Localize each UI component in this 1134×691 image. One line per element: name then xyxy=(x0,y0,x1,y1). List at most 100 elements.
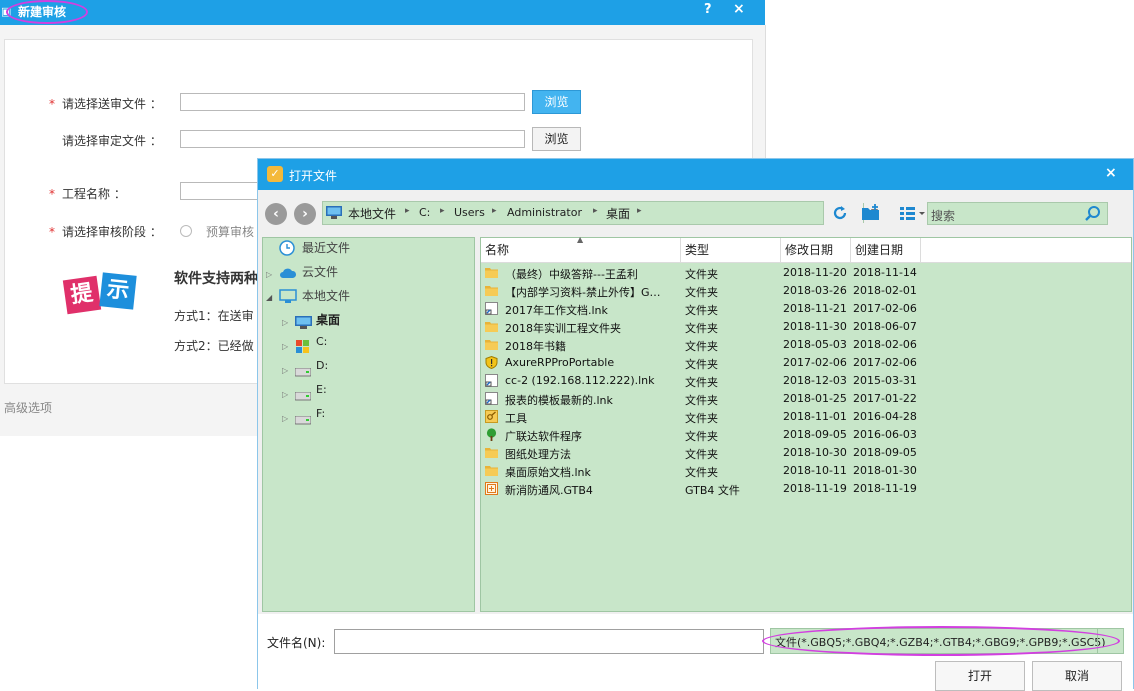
tree-item-drive-d[interactable]: D: xyxy=(316,359,328,372)
file-created: 2017-01-22 xyxy=(853,392,917,405)
dialog-app-icon: ✓ xyxy=(267,166,283,182)
breadcrumb-administrator[interactable]: Administrator xyxy=(507,206,582,219)
tree-item-drive-c[interactable]: C: xyxy=(316,335,327,348)
help-button[interactable]: ? xyxy=(704,2,712,17)
open-file-dialog: ✓ 打开文件 × ‹ › 本地文件 ▸ C: ▸ Users ▸ Adminis… xyxy=(257,158,1134,691)
file-type: 文件夹 xyxy=(685,430,718,443)
file-row[interactable]: 广联达软件程序 文件夹 2018-09-05 2016-06-03 xyxy=(481,426,1131,444)
file-created: 2017-02-06 xyxy=(853,302,917,315)
approve-file-input[interactable] xyxy=(180,130,525,148)
cloud-icon xyxy=(280,268,297,278)
refresh-icon[interactable] xyxy=(831,204,849,222)
column-modified[interactable]: 修改日期 xyxy=(781,238,851,262)
column-type[interactable]: 类型 xyxy=(681,238,781,262)
stage-radio[interactable] xyxy=(180,225,192,237)
breadcrumb-desktop[interactable]: 桌面 xyxy=(606,205,630,222)
file-row[interactable]: 2018年实训工程文件夹 文件夹 2018-11-30 2018-06-07 xyxy=(481,318,1131,336)
tree-item-cloud[interactable]: 云文件 xyxy=(302,263,338,280)
search-icon[interactable] xyxy=(1083,204,1103,224)
dialog-titlebar: ✓ 打开文件 × xyxy=(258,159,1133,190)
file-name: 广联达软件程序 xyxy=(505,430,582,443)
expand-icon[interactable]: ▷ xyxy=(282,414,288,423)
search-input[interactable]: 搜索 xyxy=(927,202,1108,225)
back-arrow-icon[interactable]: ‹ xyxy=(265,203,287,225)
tree-item-drive-f[interactable]: F: xyxy=(316,407,325,420)
project-name-input[interactable] xyxy=(180,182,258,200)
file-created: 2017-02-06 xyxy=(853,356,917,369)
folder-tree: 最近文件 ▷ 云文件 ◢ 本地文件 ▷ 桌面 ▷ C: ▷ D: ▷ E: ▷ … xyxy=(262,237,475,612)
new-folder-icon[interactable] xyxy=(861,203,881,221)
dialog-close-button[interactable]: × xyxy=(1105,165,1117,181)
breadcrumb-separator-icon: ▸ xyxy=(440,206,445,216)
file-row[interactable]: 2018年书籍 文件夹 2018-05-03 2018-02-06 xyxy=(481,336,1131,354)
bg-close-button[interactable]: × xyxy=(733,1,745,17)
collapse-icon[interactable]: ◢ xyxy=(266,293,272,302)
address-bar[interactable]: 本地文件 ▸ C: ▸ Users ▸ Administrator ▸ 桌面 ▸… xyxy=(322,201,878,225)
file-row[interactable]: 【内部学习资料-禁止外传】G… 文件夹 2018-03-26 2018-02-01 xyxy=(481,282,1131,300)
file-row[interactable]: 工具 文件夹 2018-11-01 2016-04-28 xyxy=(481,408,1131,426)
clock-icon xyxy=(279,240,295,256)
column-created[interactable]: 创建日期 xyxy=(851,238,921,262)
breadcrumb-separator-icon: ▸ xyxy=(492,206,497,216)
expand-icon[interactable]: ▷ xyxy=(282,390,288,399)
expand-icon[interactable]: ▷ xyxy=(282,318,288,327)
send-file-browse-button[interactable]: 浏览 xyxy=(532,90,581,114)
file-created: 2018-01-30 xyxy=(853,464,917,477)
required-mark: * xyxy=(49,187,55,201)
filter-highlight-annotation xyxy=(762,626,1120,656)
breadcrumb-separator-icon: ▸ xyxy=(593,206,598,216)
file-created: 2018-06-07 xyxy=(853,320,917,333)
stage-option-label: 预算审核 xyxy=(206,225,255,239)
file-row[interactable]: 报表的模板最新的.lnk 文件夹 2018-01-25 2017-01-22 xyxy=(481,390,1131,408)
file-modified: 2018-11-19 xyxy=(783,482,847,495)
file-type: 文件夹 xyxy=(685,412,718,425)
file-modified: 2018-11-01 xyxy=(783,410,847,423)
file-name: AxureRPProPortable xyxy=(505,356,615,369)
file-modified: 2018-03-26 xyxy=(783,284,847,297)
file-modified: 2018-09-05 xyxy=(783,428,847,441)
file-row[interactable]: （最终）中级答辩---王孟利 文件夹 2018-11-20 2018-11-14 xyxy=(481,264,1131,282)
cancel-button[interactable]: 取消 xyxy=(1032,661,1122,691)
filename-input[interactable] xyxy=(334,629,764,654)
file-row[interactable]: 图纸处理方法 文件夹 2018-10-30 2018-09-05 xyxy=(481,444,1131,462)
approve-file-label: 请选择审定文件 ： xyxy=(62,134,162,148)
file-row[interactable]: 桌面原始文档.lnk 文件夹 2018-10-11 2018-01-30 xyxy=(481,462,1131,480)
tip-title: 软件支持两种 xyxy=(174,271,258,287)
tree-item-drive-e[interactable]: E: xyxy=(316,383,327,396)
file-type: 文件夹 xyxy=(685,448,718,461)
view-options-icon[interactable] xyxy=(900,206,926,220)
approve-file-browse-button[interactable]: 浏览 xyxy=(532,127,581,151)
computer-icon xyxy=(279,289,297,303)
file-row[interactable]: cc-2 (192.168.112.222).lnk 文件夹 2018-12-03 2… xyxy=(481,372,1131,390)
file-type: GTB4 文件 xyxy=(685,484,740,497)
file-type: 文件夹 xyxy=(685,304,718,317)
file-modified: 2018-11-20 xyxy=(783,266,847,279)
tree-item-recent[interactable]: 最近文件 xyxy=(302,239,350,256)
file-row[interactable]: AxureRPProPortable 文件夹 2017-02-06 2017-02-0… xyxy=(481,354,1131,372)
breadcrumb-users[interactable]: Users xyxy=(454,206,485,219)
file-row[interactable]: 新消防通风.GTB4 GTB4 文件 2018-11-19 2018-11-19 xyxy=(481,480,1131,498)
tree-item-local[interactable]: 本地文件 xyxy=(302,287,350,304)
file-type: 文件夹 xyxy=(685,394,718,407)
open-button[interactable]: 打开 xyxy=(935,661,1025,691)
tip-way2: 方式2：已经做 xyxy=(174,339,254,353)
windows-drive-icon xyxy=(296,340,309,353)
file-type: 文件夹 xyxy=(685,358,718,371)
expand-icon[interactable]: ▷ xyxy=(282,342,288,351)
send-file-input[interactable] xyxy=(180,93,525,111)
file-row[interactable]: 2017年工作文档.lnk 文件夹 2018-11-21 2017-02-06 xyxy=(481,300,1131,318)
advanced-options-link[interactable]: 高级选项 xyxy=(4,399,52,416)
file-name: 2018年书籍 xyxy=(505,340,566,353)
required-mark: * xyxy=(49,97,55,111)
file-name: 报表的模板最新的.lnk xyxy=(505,394,613,407)
expand-icon[interactable]: ▷ xyxy=(266,270,272,279)
stage-label: 请选择审核阶段 ： xyxy=(62,225,162,239)
file-modified: 2018-10-11 xyxy=(783,464,847,477)
tree-item-desktop[interactable]: 桌面 xyxy=(316,311,340,328)
breadcrumb-c[interactable]: C: xyxy=(419,206,430,219)
file-modified: 2018-10-30 xyxy=(783,446,847,459)
breadcrumb-local[interactable]: 本地文件 xyxy=(348,205,396,222)
file-name: 2017年工作文档.lnk xyxy=(505,304,608,317)
expand-icon[interactable]: ▷ xyxy=(282,366,288,375)
forward-arrow-icon[interactable]: › xyxy=(294,203,316,225)
